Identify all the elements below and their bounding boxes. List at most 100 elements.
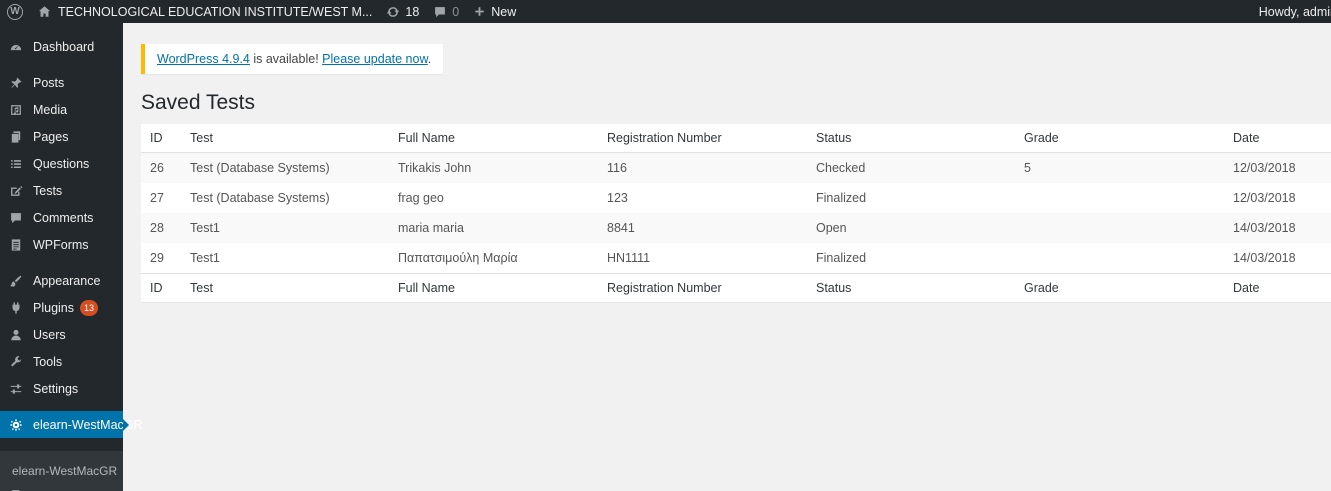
elearn-submenu: elearn-WestMacGR Tests: [0, 451, 123, 491]
cell-id: 26: [150, 161, 164, 175]
column-header-grade: Grade: [1015, 124, 1224, 153]
column-footer-date: Date: [1224, 273, 1331, 303]
cell-date: 12/03/2018: [1233, 191, 1296, 205]
cell-date: 14/03/2018: [1233, 221, 1296, 235]
column-footer-registration-number: Registration Number: [598, 273, 807, 303]
cell-full-name: frag geo: [398, 191, 444, 205]
cell-date: 14/03/2018: [1233, 251, 1296, 265]
user-icon: [8, 327, 24, 343]
wordpress-logo-icon: W: [7, 3, 23, 20]
cell-grade: [1015, 183, 1224, 213]
cell-test-link[interactable]: Test (Database Systems): [181, 153, 389, 184]
home-icon: [37, 4, 52, 19]
comment-bubble-icon: [8, 210, 24, 226]
admin-sidebar: Dashboard Posts Media Pages Questions Te…: [0, 23, 143, 491]
table-row: 26 Test (Database Systems) Trikakis John…: [141, 152, 1331, 184]
update-now-link[interactable]: Please update now: [322, 52, 428, 66]
table-row: 28 Test1 maria maria 8841 Open 14/03/201…: [141, 213, 1331, 243]
sidebar-item-label: Media: [33, 102, 68, 117]
admin-menu: Dashboard Posts Media Pages Questions Te…: [0, 23, 143, 438]
column-header-registration-number: Registration Number: [598, 124, 807, 153]
comment-bubble-icon: [433, 5, 447, 19]
list-icon: [8, 156, 24, 172]
new-button[interactable]: New: [466, 0, 523, 23]
column-footer-full-name: Full Name: [389, 273, 598, 303]
cell-date: 12/03/2018: [1233, 161, 1296, 175]
column-header-status: Status: [807, 124, 1015, 153]
sidebar-item-tools[interactable]: Tools: [0, 348, 123, 375]
wrench-icon: [8, 354, 24, 370]
column-footer-test: Test: [181, 273, 389, 303]
sidebar-item-questions[interactable]: Questions: [0, 150, 123, 177]
sidebar-item-label: Users: [33, 327, 66, 342]
sidebar-item-label: Comments: [33, 210, 94, 225]
edit-pencil-icon: [8, 183, 24, 199]
cell-id: 28: [150, 221, 164, 235]
wordpress-logo-menu[interactable]: W: [0, 0, 30, 23]
update-count: 18: [405, 4, 420, 19]
sidebar-item-label: Tests: [33, 183, 63, 198]
sidebar-item-pages[interactable]: Pages: [0, 123, 123, 150]
column-footer-grade: Grade: [1015, 273, 1224, 303]
howdy-account[interactable]: Howdy, admin: [1259, 0, 1331, 23]
sidebar-item-tests[interactable]: Tests: [0, 177, 123, 204]
column-header-full-name: Full Name: [389, 124, 598, 153]
cell-grade: 5: [1024, 161, 1031, 175]
sidebar-item-label: Plugins: [33, 300, 74, 315]
submenu-item-tests[interactable]: Tests: [12, 483, 123, 491]
cell-status: Finalized: [816, 191, 867, 205]
column-footer-id: ID: [141, 273, 181, 303]
sidebar-item-comments[interactable]: Comments: [0, 204, 123, 231]
plugins-update-badge: 13: [80, 299, 99, 316]
update-notice: WordPress 4.9.4 is available! Please upd…: [141, 44, 444, 74]
sidebar-item-media[interactable]: Media: [0, 96, 123, 123]
notice-text: is available!: [249, 52, 323, 66]
wordpress-version-link[interactable]: WordPress 4.9.4: [157, 52, 250, 66]
cell-status: Checked: [816, 161, 866, 175]
table-header: ID Test Full Name Registration Number St…: [141, 124, 1331, 153]
cell-grade: [1015, 243, 1224, 274]
comment-count: 0: [452, 4, 460, 19]
gear-icon: [8, 417, 24, 433]
cell-registration-number: 123: [607, 191, 628, 205]
cell-id: 29: [150, 251, 164, 265]
sidebar-item-appearance[interactable]: Appearance: [0, 267, 123, 294]
site-name: TECHNOLOGICAL EDUCATION INSTITUTE/WEST M…: [58, 4, 373, 19]
submenu-item-elearn-westmacgr[interactable]: elearn-WestMacGR: [12, 459, 123, 483]
sidebar-item-label: Tools: [33, 354, 63, 369]
column-header-test: Test: [181, 124, 389, 153]
column-footer-status: Status: [807, 273, 1015, 303]
sidebar-item-users[interactable]: Users: [0, 321, 123, 348]
sidebar-item-elearn-westmacgr[interactable]: elearn-WestMacGR: [0, 411, 143, 438]
table-row: 29 Test1 Παπατσιμούλη Μαρία HN1111 Final…: [141, 243, 1331, 274]
cell-test-link[interactable]: Test (Database Systems): [181, 183, 389, 213]
sidebar-item-label: Posts: [33, 75, 65, 90]
plug-icon: [8, 300, 24, 316]
comments-button[interactable]: 0: [426, 0, 466, 23]
sliders-icon: [8, 381, 24, 397]
sidebar-item-dashboard[interactable]: Dashboard: [0, 33, 123, 60]
cell-full-name: maria maria: [398, 221, 464, 235]
sidebar-item-label: Settings: [33, 381, 79, 396]
sidebar-item-wpforms[interactable]: WPForms: [0, 231, 123, 258]
sidebar-item-label: WPForms: [33, 237, 89, 252]
cell-test-link[interactable]: Test1: [181, 213, 389, 243]
form-icon: [8, 237, 24, 253]
cell-test-link[interactable]: Test1: [181, 243, 389, 274]
sidebar-item-label: Dashboard: [33, 39, 95, 54]
dashboard-gauge-icon: [8, 39, 24, 55]
sidebar-item-settings[interactable]: Settings: [0, 375, 123, 402]
cell-full-name: Trikakis John: [398, 161, 472, 175]
admin-bar: W TECHNOLOGICAL EDUCATION INSTITUTE/WEST…: [0, 0, 1331, 23]
sidebar-item-posts[interactable]: Posts: [0, 69, 123, 96]
notice-period: .: [427, 52, 432, 66]
sidebar-item-plugins[interactable]: Plugins 13: [0, 294, 123, 321]
content-area: WordPress 4.9.4 is available! Please upd…: [123, 23, 1331, 491]
site-link[interactable]: TECHNOLOGICAL EDUCATION INSTITUTE/WEST M…: [30, 0, 379, 23]
cell-id: 27: [150, 191, 164, 205]
cell-status: Open: [816, 221, 847, 235]
update-icon: [386, 5, 400, 19]
sidebar-item-label: elearn-WestMacGR: [33, 417, 143, 432]
sidebar-item-label: Appearance: [33, 273, 101, 288]
updates-button[interactable]: 18: [379, 0, 426, 23]
